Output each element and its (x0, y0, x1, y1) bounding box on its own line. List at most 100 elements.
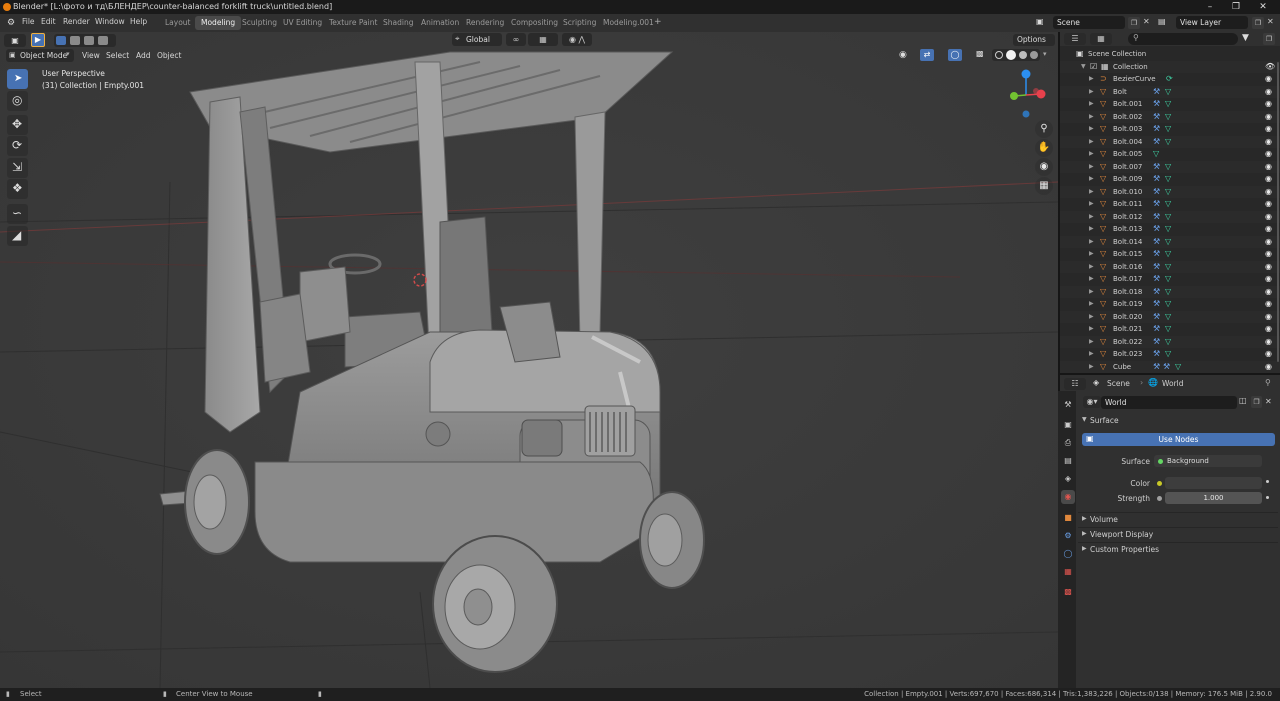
modifier-wrench-icon[interactable]: ⚒ (1153, 286, 1160, 299)
modifier-wrench-icon[interactable]: ⚒ (1153, 111, 1160, 124)
tab-uv-editing[interactable]: UV Editing (277, 16, 328, 30)
expand-arrow-icon[interactable]: ▶ (1089, 98, 1094, 111)
eye-icon[interactable]: ◉ (1265, 86, 1272, 99)
expand-arrow-icon[interactable]: ▶ (1089, 236, 1094, 249)
options-dropdown[interactable]: Options (1013, 34, 1055, 46)
eye-icon[interactable]: 👁 (1265, 61, 1275, 74)
mesh-data-icon[interactable]: ▽ (1165, 173, 1171, 186)
expand-arrow-icon[interactable]: ▶ (1089, 198, 1094, 211)
tab-modeling-001[interactable]: Modeling.001 (597, 16, 660, 30)
expand-arrow-icon[interactable]: ▶ (1089, 261, 1094, 274)
tab-texture-paint[interactable]: Texture Paint (323, 16, 383, 30)
panel-custom-properties[interactable]: ▶ Custom Properties (1078, 542, 1278, 555)
zoom-icon[interactable]: ⚲ (1035, 120, 1053, 138)
eye-icon[interactable]: ◉ (1265, 136, 1272, 149)
collection-checkbox-icon[interactable]: ☑ (1090, 61, 1097, 74)
mesh-data-icon[interactable]: ▽ (1165, 86, 1171, 99)
modifier-wrench-icon[interactable]: ⚒ (1153, 198, 1160, 211)
mesh-data-icon[interactable]: ▽ (1165, 111, 1171, 124)
mesh-data-icon[interactable]: ▽ (1165, 286, 1171, 299)
eye-icon[interactable]: ◉ (1265, 198, 1272, 211)
modifier-wrench-icon[interactable]: ⚒ (1153, 236, 1160, 249)
view-layer-tab-icon[interactable]: ▤ (1061, 454, 1075, 468)
expand-arrow-icon[interactable]: ▶ (1089, 348, 1094, 361)
outliner-item[interactable]: ▶ ▽ Bolt.023 ⚒ ▽ ◉ (1060, 348, 1280, 361)
mesh-data-icon[interactable]: ▽ (1165, 323, 1171, 336)
mesh-data-icon[interactable]: ▽ (1165, 248, 1171, 261)
render-tab-icon[interactable]: ▣ (1061, 418, 1075, 432)
modifier-wrench-icon[interactable]: ⚒ (1153, 86, 1160, 99)
perspective-toggle-icon[interactable]: ▦ (1035, 177, 1053, 195)
modifier-wrench-icon[interactable]: ⚒ (1153, 161, 1160, 174)
menu-file[interactable]: File (22, 17, 35, 26)
eye-icon[interactable]: ◉ (1265, 73, 1272, 86)
mesh-data-icon[interactable]: ▽ (1165, 98, 1171, 111)
surface-panel-header[interactable]: ▼ Surface (1078, 414, 1278, 428)
world-tab-icon[interactable]: ◉ (1061, 490, 1075, 504)
expand-arrow-icon[interactable]: ▶ (1089, 298, 1094, 311)
eye-icon[interactable]: ◉ (1265, 123, 1272, 136)
set-mode-icon[interactable] (56, 36, 66, 45)
curve-data-icon[interactable]: ⟳ (1166, 73, 1173, 86)
tab-scripting[interactable]: Scripting (557, 16, 602, 30)
mesh-data-icon[interactable]: ▽ (1165, 136, 1171, 149)
view-layer-selector[interactable]: View Layer (1176, 16, 1248, 29)
outliner-item[interactable]: ▶ ▽ Bolt.022 ⚒ ▽ ◉ (1060, 335, 1280, 349)
scene-browse-icon[interactable]: ▣ (1036, 17, 1050, 29)
invert-mode-icon[interactable] (98, 36, 108, 45)
modifier-tab-icon[interactable]: ⚙ (1061, 529, 1075, 543)
scene-collection-row[interactable]: ▣ Scene Collection (1060, 48, 1280, 61)
outliner-item[interactable]: ▶ ▽ Bolt.018 ⚒ ▽ ◉ (1060, 285, 1280, 299)
menu-window[interactable]: Window (95, 17, 125, 26)
color-swatch[interactable] (1165, 477, 1262, 489)
outliner-item[interactable]: ▶ ▽ Bolt.017 ⚒ ▽ ◉ (1060, 273, 1280, 286)
expand-arrow-icon[interactable]: ▶ (1089, 136, 1094, 149)
eye-icon[interactable]: ◉ (1265, 161, 1272, 174)
select-box-icon[interactable]: ▶ (31, 33, 45, 47)
view-layer-browse-icon[interactable]: ▤ (1158, 17, 1172, 26)
expand-arrow-icon[interactable]: ▶ (1089, 86, 1094, 99)
modifier-wrench-icon[interactable]: ⚒ (1153, 348, 1160, 361)
modifier-wrench-icon[interactable]: ⚒ (1153, 311, 1160, 324)
filter-icon[interactable]: ▼ (1242, 33, 1249, 43)
outliner-item[interactable]: ▶ ▽ Bolt.015 ⚒ ▽ ◉ (1060, 248, 1280, 261)
eye-icon[interactable]: ◉ (1265, 298, 1272, 311)
color-keyframe-icon[interactable] (1266, 480, 1269, 483)
mode-dropdown[interactable]: ▣ Object Mode ▾ (6, 49, 74, 62)
rendered-shading-icon[interactable] (1030, 51, 1038, 59)
world-name-field[interactable]: World (1101, 396, 1237, 409)
shading-dropdown-icon[interactable]: ▾ (1043, 50, 1047, 58)
mesh-data-icon[interactable]: ▽ (1165, 311, 1171, 324)
expand-arrow-icon[interactable]: ▶ (1089, 361, 1094, 374)
expand-arrow-icon[interactable]: ▶ (1089, 336, 1094, 349)
expand-arrow-icon[interactable]: ▶ (1089, 273, 1094, 286)
eye-icon[interactable]: ◉ (1265, 173, 1272, 186)
mesh-data-icon[interactable]: ▽ (1165, 298, 1171, 311)
physics-tab-icon[interactable]: ◯ (1061, 547, 1075, 561)
expand-arrow-icon[interactable]: ▶ (1089, 211, 1094, 224)
outliner-item[interactable]: ▶ ▽ Bolt.001 ⚒ ▽ ◉ (1060, 98, 1280, 111)
panel-viewport-display[interactable]: ▶ Viewport Display (1078, 527, 1278, 540)
scene-copy-icon[interactable]: ❐ (1128, 17, 1140, 29)
viewport-menu-view[interactable]: View (82, 51, 100, 60)
outliner-item[interactable]: ▶ ▽ Bolt.004 ⚒ ▽ ◉ (1060, 135, 1280, 149)
eye-icon[interactable]: ◉ (1265, 361, 1272, 374)
modifier-wrench-icon[interactable]: ⚒ (1153, 186, 1160, 199)
scene-remove-icon[interactable]: ✕ (1143, 17, 1151, 26)
wireframe-shading-icon[interactable] (995, 51, 1003, 59)
outliner-item[interactable]: ▶ ▽ Bolt ⚒ ▽ ◉ (1060, 85, 1280, 99)
outliner-scrollbar[interactable] (1277, 62, 1279, 362)
tab-layout[interactable]: Layout (159, 16, 197, 30)
pan-hand-icon[interactable]: ✋ (1035, 139, 1053, 157)
mesh-data-icon[interactable]: ▽ (1165, 186, 1171, 199)
tool-tab-icon[interactable]: ⚒ (1061, 398, 1075, 412)
xray-toggle-icon[interactable]: ▩ (976, 49, 988, 61)
annotate-tool-icon[interactable]: ∽ (7, 204, 28, 224)
solid-shading-icon[interactable] (1006, 50, 1016, 60)
eye-icon[interactable]: ◉ (1265, 236, 1272, 249)
selection-mode-group[interactable] (54, 34, 116, 47)
expand-arrow-icon[interactable]: ▶ (1089, 323, 1094, 336)
mesh-data-icon[interactable]: ▽ (1165, 336, 1171, 349)
mesh-data-icon[interactable]: ▽ (1165, 198, 1171, 211)
modifier-wrench-icon[interactable]: ⚒ (1153, 136, 1160, 149)
